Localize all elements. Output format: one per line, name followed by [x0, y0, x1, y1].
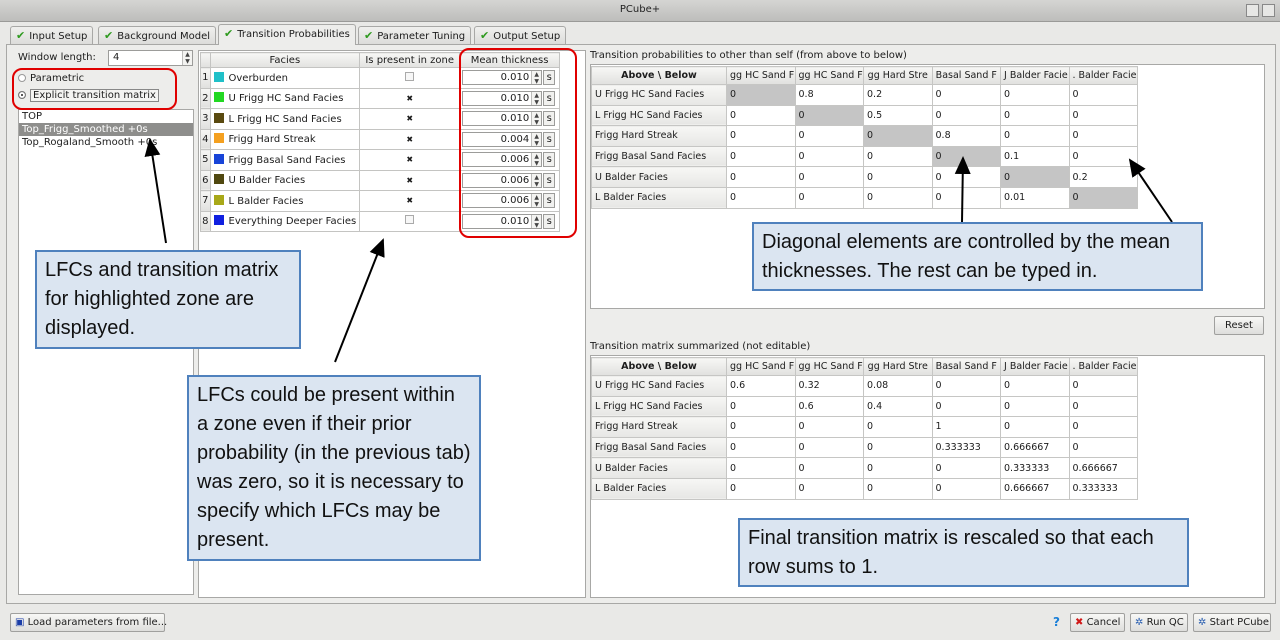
- arrow-to-offdiagonal: [1128, 158, 1173, 223]
- arrow-to-zone: [144, 138, 167, 244]
- tab-transition-probabilities[interactable]: ✔ Transition Probabilities: [218, 24, 356, 45]
- annotation-presence: LFCs could be present within a zone even…: [187, 375, 481, 561]
- arrow-to-present-column: [334, 238, 385, 363]
- check-icon: ✔: [224, 27, 234, 40]
- arrow-to-diagonal: [954, 156, 971, 223]
- annotation-diagonal: Diagonal elements are controlled by the …: [752, 222, 1203, 291]
- annotation-lfc-display: LFCs and transition matrix for highlight…: [35, 250, 301, 349]
- annotation-rescale: Final transition matrix is rescaled so t…: [738, 518, 1189, 587]
